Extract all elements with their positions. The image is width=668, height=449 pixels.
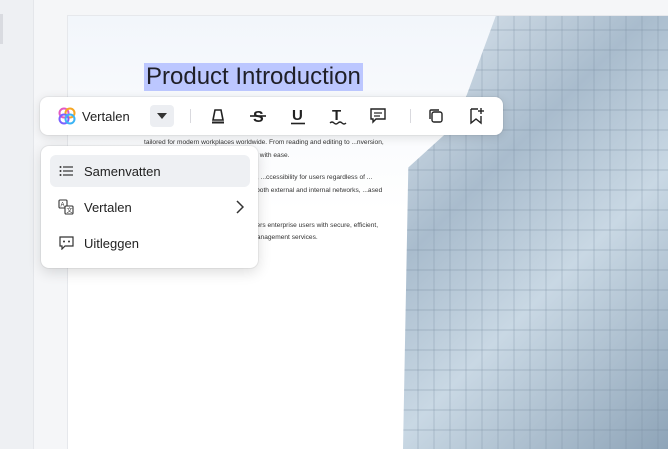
menu-item-summarize[interactable]: Samenvatten	[50, 155, 250, 187]
ai-assistant-icon	[58, 107, 76, 125]
menu-item-label: Samenvatten	[84, 163, 161, 179]
copy-icon[interactable]	[426, 106, 446, 126]
svg-text:A: A	[61, 203, 65, 209]
highlighter-icon[interactable]	[208, 106, 228, 126]
page-title[interactable]: Product Introduction	[144, 63, 363, 91]
translate-label: Vertalen	[82, 108, 130, 124]
ai-dropdown-menu: Samenvatten A文 Vertalen Uitleggen	[41, 146, 258, 268]
divider	[190, 109, 191, 123]
strikethrough-icon[interactable]: S	[248, 106, 268, 126]
sidebar-active-indicator	[0, 14, 3, 44]
comment-icon[interactable]	[368, 106, 388, 126]
selection-toolbar: Vertalen S U T	[40, 97, 503, 135]
squiggly-text-icon[interactable]: T	[328, 106, 348, 126]
menu-item-explain[interactable]: Uitleggen	[50, 227, 250, 259]
menu-item-translate[interactable]: A文 Vertalen	[50, 191, 250, 223]
explain-icon	[58, 235, 74, 251]
underline-icon[interactable]: U	[288, 106, 308, 126]
svg-text:文: 文	[67, 207, 73, 215]
list-icon	[58, 163, 74, 179]
ai-translate-button[interactable]: Vertalen	[58, 107, 130, 125]
chevron-right-icon	[236, 200, 245, 219]
svg-text:U: U	[292, 107, 303, 124]
svg-text:S: S	[253, 109, 264, 125]
translate-icon: A文	[58, 199, 74, 215]
ai-dropdown-button[interactable]	[150, 105, 174, 127]
add-bookmark-icon[interactable]	[466, 106, 486, 126]
building-image	[403, 16, 668, 449]
menu-item-label: Uitleggen	[84, 235, 139, 251]
menu-item-label: Vertalen	[84, 199, 132, 215]
caret-down-icon	[157, 113, 167, 119]
divider	[410, 109, 411, 123]
left-sidebar	[0, 0, 34, 449]
